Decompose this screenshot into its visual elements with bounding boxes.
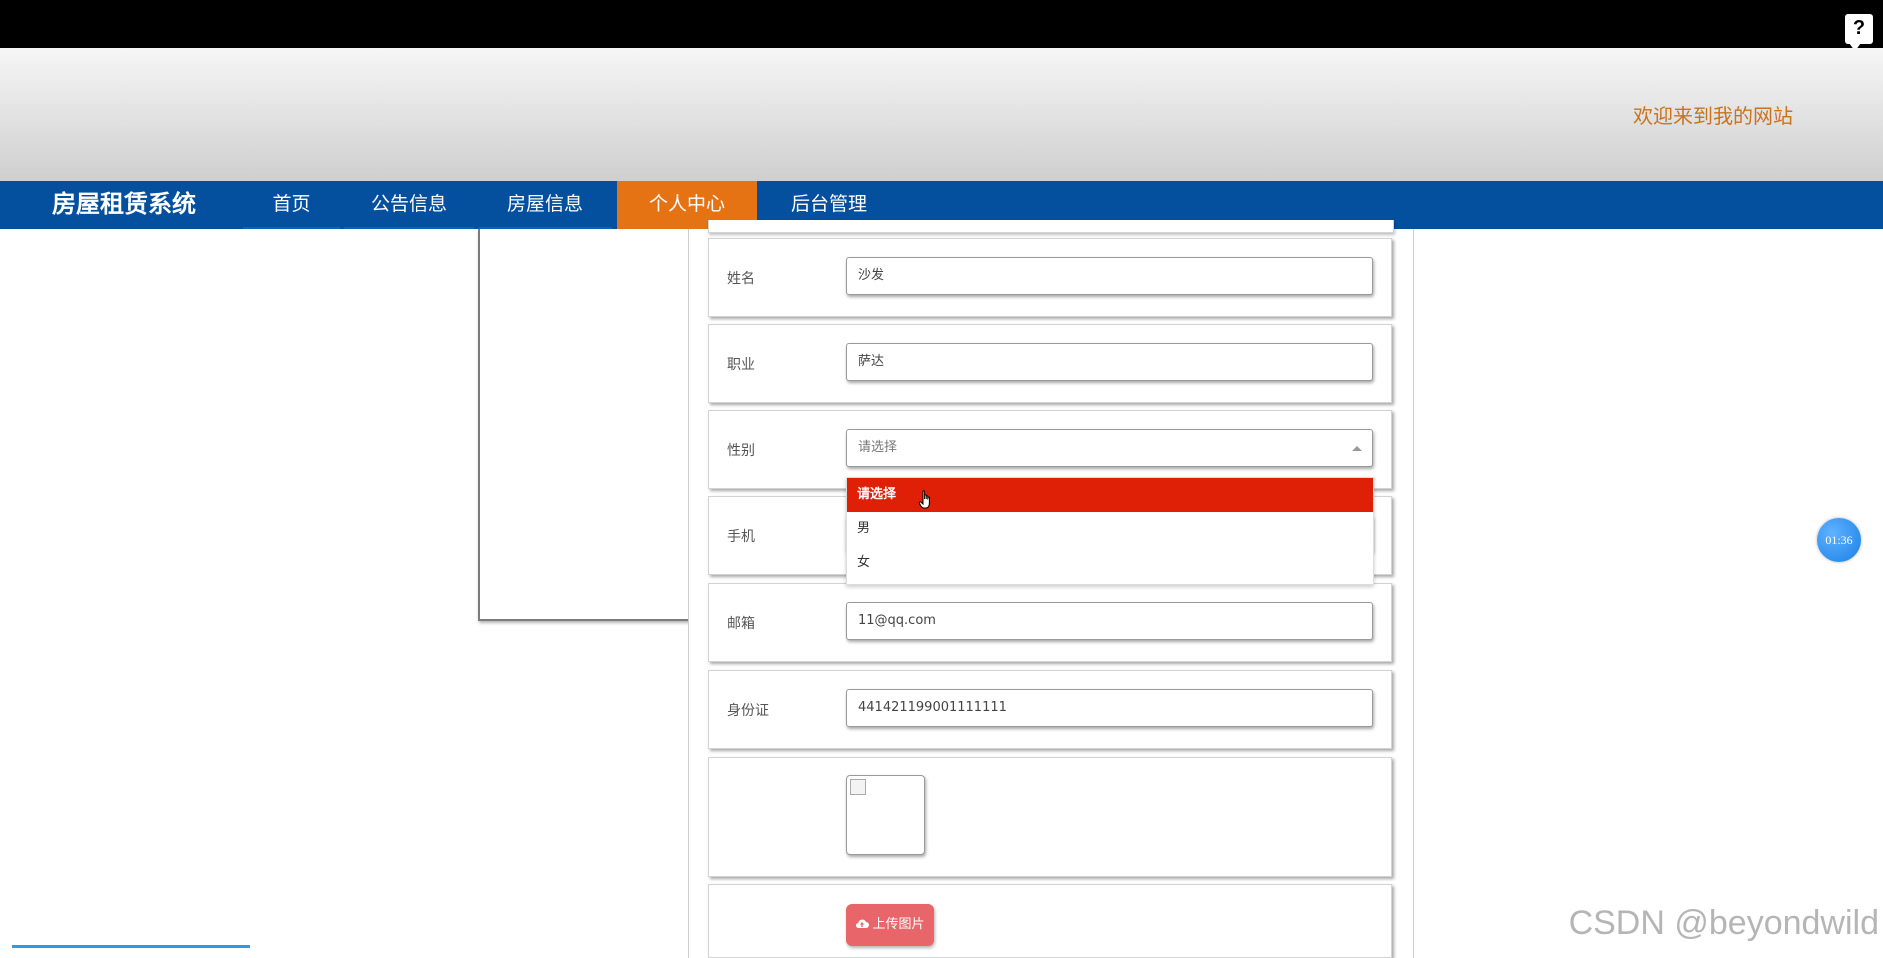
site-brand[interactable]: 房屋租赁系统: [52, 181, 196, 227]
form-row-id-card: 身份证 441421199001111111: [708, 670, 1392, 749]
gender-label: 性别: [727, 443, 755, 459]
form-row-job: 职业 萨达: [708, 324, 1392, 403]
loading-progress-line: [12, 945, 250, 948]
image-preview: [846, 775, 925, 855]
welcome-text: 欢迎来到我的网站: [1633, 104, 1793, 128]
upload-button-label: 上传图片: [872, 917, 925, 932]
job-label: 职业: [727, 357, 755, 373]
form-row-email: 邮箱 11@qq.com: [708, 583, 1392, 662]
broken-image-icon: [850, 779, 866, 795]
id-card-label: 身份证: [727, 703, 769, 719]
nav-item-houses[interactable]: 房屋信息: [478, 181, 612, 229]
form-row-image: [708, 757, 1392, 877]
gender-select[interactable]: 请选择: [846, 429, 1373, 467]
caret-up-icon: [1352, 446, 1362, 451]
hand-cursor-icon: [918, 490, 930, 509]
id-card-input[interactable]: 441421199001111111: [846, 689, 1373, 727]
form-row-name: 姓名 沙发: [708, 238, 1392, 317]
gender-select-value: 请选择: [858, 440, 898, 455]
email-input[interactable]: 11@qq.com: [846, 602, 1373, 640]
nav-item-home[interactable]: 首页: [243, 181, 340, 229]
cloud-upload-icon: [856, 919, 870, 929]
watermark: CSDN @beyondwild: [1568, 904, 1879, 942]
nav-item-announcements[interactable]: 公告信息: [344, 181, 474, 229]
form-row-upload: 上传图片: [708, 884, 1392, 958]
gender-option-female[interactable]: 女: [847, 546, 1373, 580]
gender-option-male[interactable]: 男: [847, 512, 1373, 546]
name-label: 姓名: [727, 271, 755, 287]
upload-image-button[interactable]: 上传图片: [846, 904, 934, 946]
timer-badge[interactable]: 01:36: [1817, 518, 1861, 562]
header-banner: 欢迎来到我的网站: [0, 48, 1883, 181]
sidebar-panel: [478, 229, 690, 621]
help-icon[interactable]: ?: [1845, 14, 1873, 51]
job-input[interactable]: 萨达: [846, 343, 1373, 381]
phone-label: 手机: [727, 529, 755, 545]
previous-row-edge: [708, 220, 1394, 233]
email-label: 邮箱: [727, 616, 755, 632]
top-black-bar: ?: [0, 0, 1883, 51]
name-input[interactable]: 沙发: [846, 257, 1373, 295]
